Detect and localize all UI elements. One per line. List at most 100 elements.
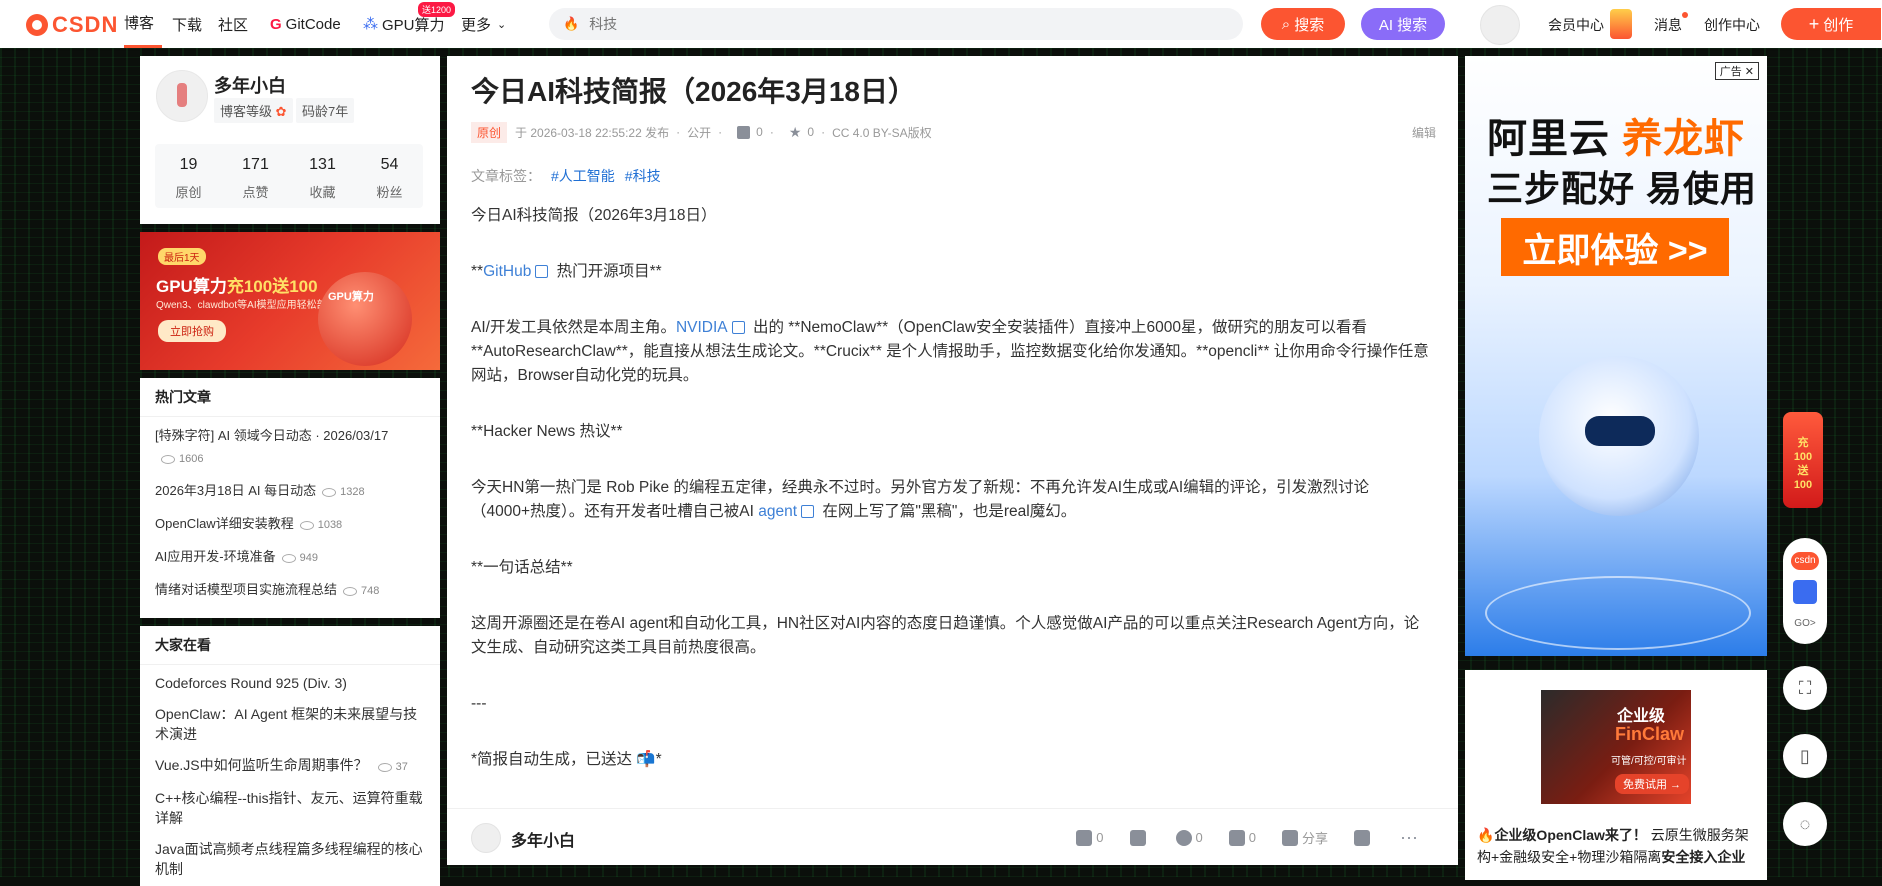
ad-platform-ring <box>1485 576 1751 650</box>
user-avatar[interactable] <box>1480 5 1520 45</box>
vip-badge-icon <box>1610 9 1632 39</box>
floating-promo[interactable]: 充100送100 <box>1783 412 1823 508</box>
license[interactable]: CC 4.0 BY-SA版权 <box>832 124 932 141</box>
ai-search-button[interactable]: AI 搜索 <box>1361 8 1445 40</box>
promo-title: GPU算力充100送100 <box>156 277 318 296</box>
pdf-button[interactable] <box>1354 829 1374 846</box>
eye-icon <box>299 520 314 530</box>
footer-author-avatar[interactable] <box>471 823 501 853</box>
eye-icon <box>343 586 358 596</box>
finclaw-ad-image: 企业级 FinClaw 可管/可控/可审计 免费试用 → <box>1541 690 1691 804</box>
nvidia-link[interactable]: NVIDIA <box>676 319 728 336</box>
nav-more[interactable]: 更多 ⌄ <box>461 0 506 48</box>
external-link-icon <box>535 265 549 279</box>
share-button[interactable]: 分享 <box>1282 828 1328 847</box>
stat-original[interactable]: 19 原创 <box>155 144 222 208</box>
footer-author-name[interactable]: 多年小白 <box>511 827 575 851</box>
watching-item[interactable]: Java面试高频考点线程篇多线程编程的核心机制 <box>155 839 425 879</box>
edit-link[interactable]: 编辑 <box>1412 124 1436 141</box>
gpu-promo-banner[interactable]: 最后1天 GPU算力充100送100 Qwen3、clawdbot等AI模型应用… <box>140 232 440 370</box>
messages-link[interactable]: 消息 <box>1654 15 1682 35</box>
meta-favorite-count: 0 <box>807 125 815 139</box>
nav-community[interactable]: 社区 <box>218 0 248 48</box>
flame-icon: 🔥 <box>1477 827 1495 843</box>
search-input[interactable] <box>587 15 1192 33</box>
content-footer-note: *简报自动生成，已送达 📬* <box>471 751 662 768</box>
ad-label[interactable]: 广告 ✕ <box>1714 62 1759 80</box>
eye-icon <box>377 762 392 772</box>
visibility: 公开 <box>687 125 712 140</box>
hot-article-item[interactable]: OpenClaw详细安装教程 1038 <box>155 513 425 536</box>
ad-try-button[interactable]: 立即体验 >> <box>1501 218 1729 276</box>
github-link[interactable]: GitHub <box>483 263 531 280</box>
content-paragraph: AI/开发工具依然是本周主角。NVIDIA 出的 **NemoClaw**（Op… <box>471 319 1429 384</box>
hot-article-item[interactable]: 情绪对话模型项目实施流程总结 748 <box>155 579 425 602</box>
view-count: 1328 <box>322 486 365 498</box>
blog-level: 博客等级 ✿ <box>214 98 293 123</box>
phone-icon: ▯ <box>1800 745 1810 766</box>
author-avatar[interactable] <box>156 70 208 122</box>
top-navigation-bar: CSDN 博客 下载 社区 G GitCode ⁂ GPU算力 送1200 更多 ⌄ … <box>0 0 1882 48</box>
dislike-button[interactable] <box>1129 829 1150 846</box>
agent-link[interactable]: agent <box>758 503 797 520</box>
finclaw-trial-button[interactable]: 免费试用 → <box>1615 774 1690 794</box>
gitcode-icon: G <box>270 15 282 33</box>
hot-article-item[interactable]: AI应用开发-环境准备 949 <box>155 546 425 569</box>
watching-item[interactable]: Vue.JS中如何监听生命周期事件？ 37 <box>155 755 425 777</box>
content-heading-summary: **一句话总结** <box>471 559 573 576</box>
everyone-watching-title: 大家在看 <box>140 626 440 665</box>
watching-item[interactable]: C++核心编程--this指针、友元、运算符重载详解 <box>155 788 425 828</box>
close-icon: ✕ <box>1744 66 1754 78</box>
vip-center-link[interactable]: 会员中心 <box>1548 15 1604 35</box>
favorite-button[interactable]: 0 <box>1175 829 1203 846</box>
hot-articles-card: 热门文章 [特殊字符] AI 领域今日动态 · 2026/03/17 1606 2… <box>140 378 440 618</box>
stat-favorites[interactable]: 131 收藏 <box>289 144 356 208</box>
view-count: 37 <box>377 761 408 773</box>
profile-stats: 19 原创 171 点赞 131 收藏 54 粉丝 <box>155 144 423 208</box>
go-label: GO> <box>1794 618 1816 629</box>
promo-badge: 最后1天 <box>158 248 206 265</box>
publish-time: 于 2026-03-18 22:55:22 发布 <box>515 125 670 140</box>
csdn-logo[interactable]: CSDN <box>26 12 118 38</box>
article-tags: 文章标签： #人工智能 #科技 <box>471 168 661 184</box>
fullscreen-button[interactable]: ⛶ <box>1783 666 1827 710</box>
chat-button[interactable]: ◌ <box>1783 802 1827 846</box>
like-button[interactable]: 0 <box>1076 829 1104 846</box>
floating-csdn-widget[interactable]: csdn GO> <box>1783 538 1827 644</box>
meta-like-count: 0 <box>756 125 763 139</box>
creator-center-link[interactable]: 创作中心 <box>1704 15 1760 35</box>
nav-download[interactable]: 下载 <box>172 0 202 48</box>
nav-blog[interactable]: 博客 <box>124 0 162 48</box>
thumbs-up-icon[interactable] <box>737 125 751 139</box>
ad-subheadline: 三步配好 易使用 <box>1487 168 1758 209</box>
watching-item[interactable]: Codeforces Round 925 (Div. 3) <box>155 673 425 693</box>
more-button[interactable]: ··· <box>1400 827 1418 848</box>
search-button[interactable]: ⌕ 搜索 <box>1261 8 1345 40</box>
hot-articles-list: [特殊字符] AI 领域今日动态 · 2026/03/17 1606 2026年3… <box>140 417 440 602</box>
profile-card: 多年小白 博客等级 ✿ 码龄7年 19 原创 171 点赞 131 收藏 54 粉丝 <box>140 56 440 224</box>
plus-icon: + <box>1808 13 1820 34</box>
tag-tech[interactable]: #科技 <box>625 168 661 184</box>
eye-icon <box>281 553 296 563</box>
promo-mascot <box>318 272 412 366</box>
ad-robot-visor <box>1585 416 1655 446</box>
nav-gitcode[interactable]: G GitCode <box>270 0 341 48</box>
everyone-watching-card: 大家在看 Codeforces Round 925 (Div. 3) OpenC… <box>140 626 440 886</box>
hot-article-item[interactable]: [特殊字符] AI 领域今日动态 · 2026/03/17 1606 <box>155 425 425 470</box>
aliyun-ad-banner[interactable]: 广告 ✕ 阿里云 养龙虾 三步配好 易使用 立即体验 >> <box>1465 56 1767 656</box>
promo-buy-button[interactable]: 立即抢购 <box>158 320 226 342</box>
hot-article-item[interactable]: 2026年3月18日 AI 每日动态 1328 <box>155 480 425 503</box>
gpu-icon: ⁂ <box>363 16 378 33</box>
finclaw-ad-card[interactable]: 企业级 FinClaw 可管/可控/可审计 免费试用 → 🔥企业级OpenCla… <box>1465 670 1767 880</box>
stat-likes[interactable]: 171 点赞 <box>222 144 289 208</box>
tag-ai[interactable]: #人工智能 <box>551 168 615 184</box>
star-icon[interactable]: ★ <box>789 124 802 141</box>
create-button[interactable]: + 创作 <box>1781 8 1881 40</box>
comment-button[interactable]: 0 <box>1228 829 1256 846</box>
watching-item[interactable]: OpenClaw：AI Agent 框架的未来展望与技术演进 <box>155 704 425 744</box>
content-heading-github: **GitHub 热门开源项目** <box>471 263 662 280</box>
author-name[interactable]: 多年小白 <box>214 72 286 98</box>
mobile-view-button[interactable]: ▯ <box>1783 734 1827 778</box>
flame-icon: 🔥 <box>563 16 580 31</box>
stat-fans[interactable]: 54 粉丝 <box>356 144 423 208</box>
